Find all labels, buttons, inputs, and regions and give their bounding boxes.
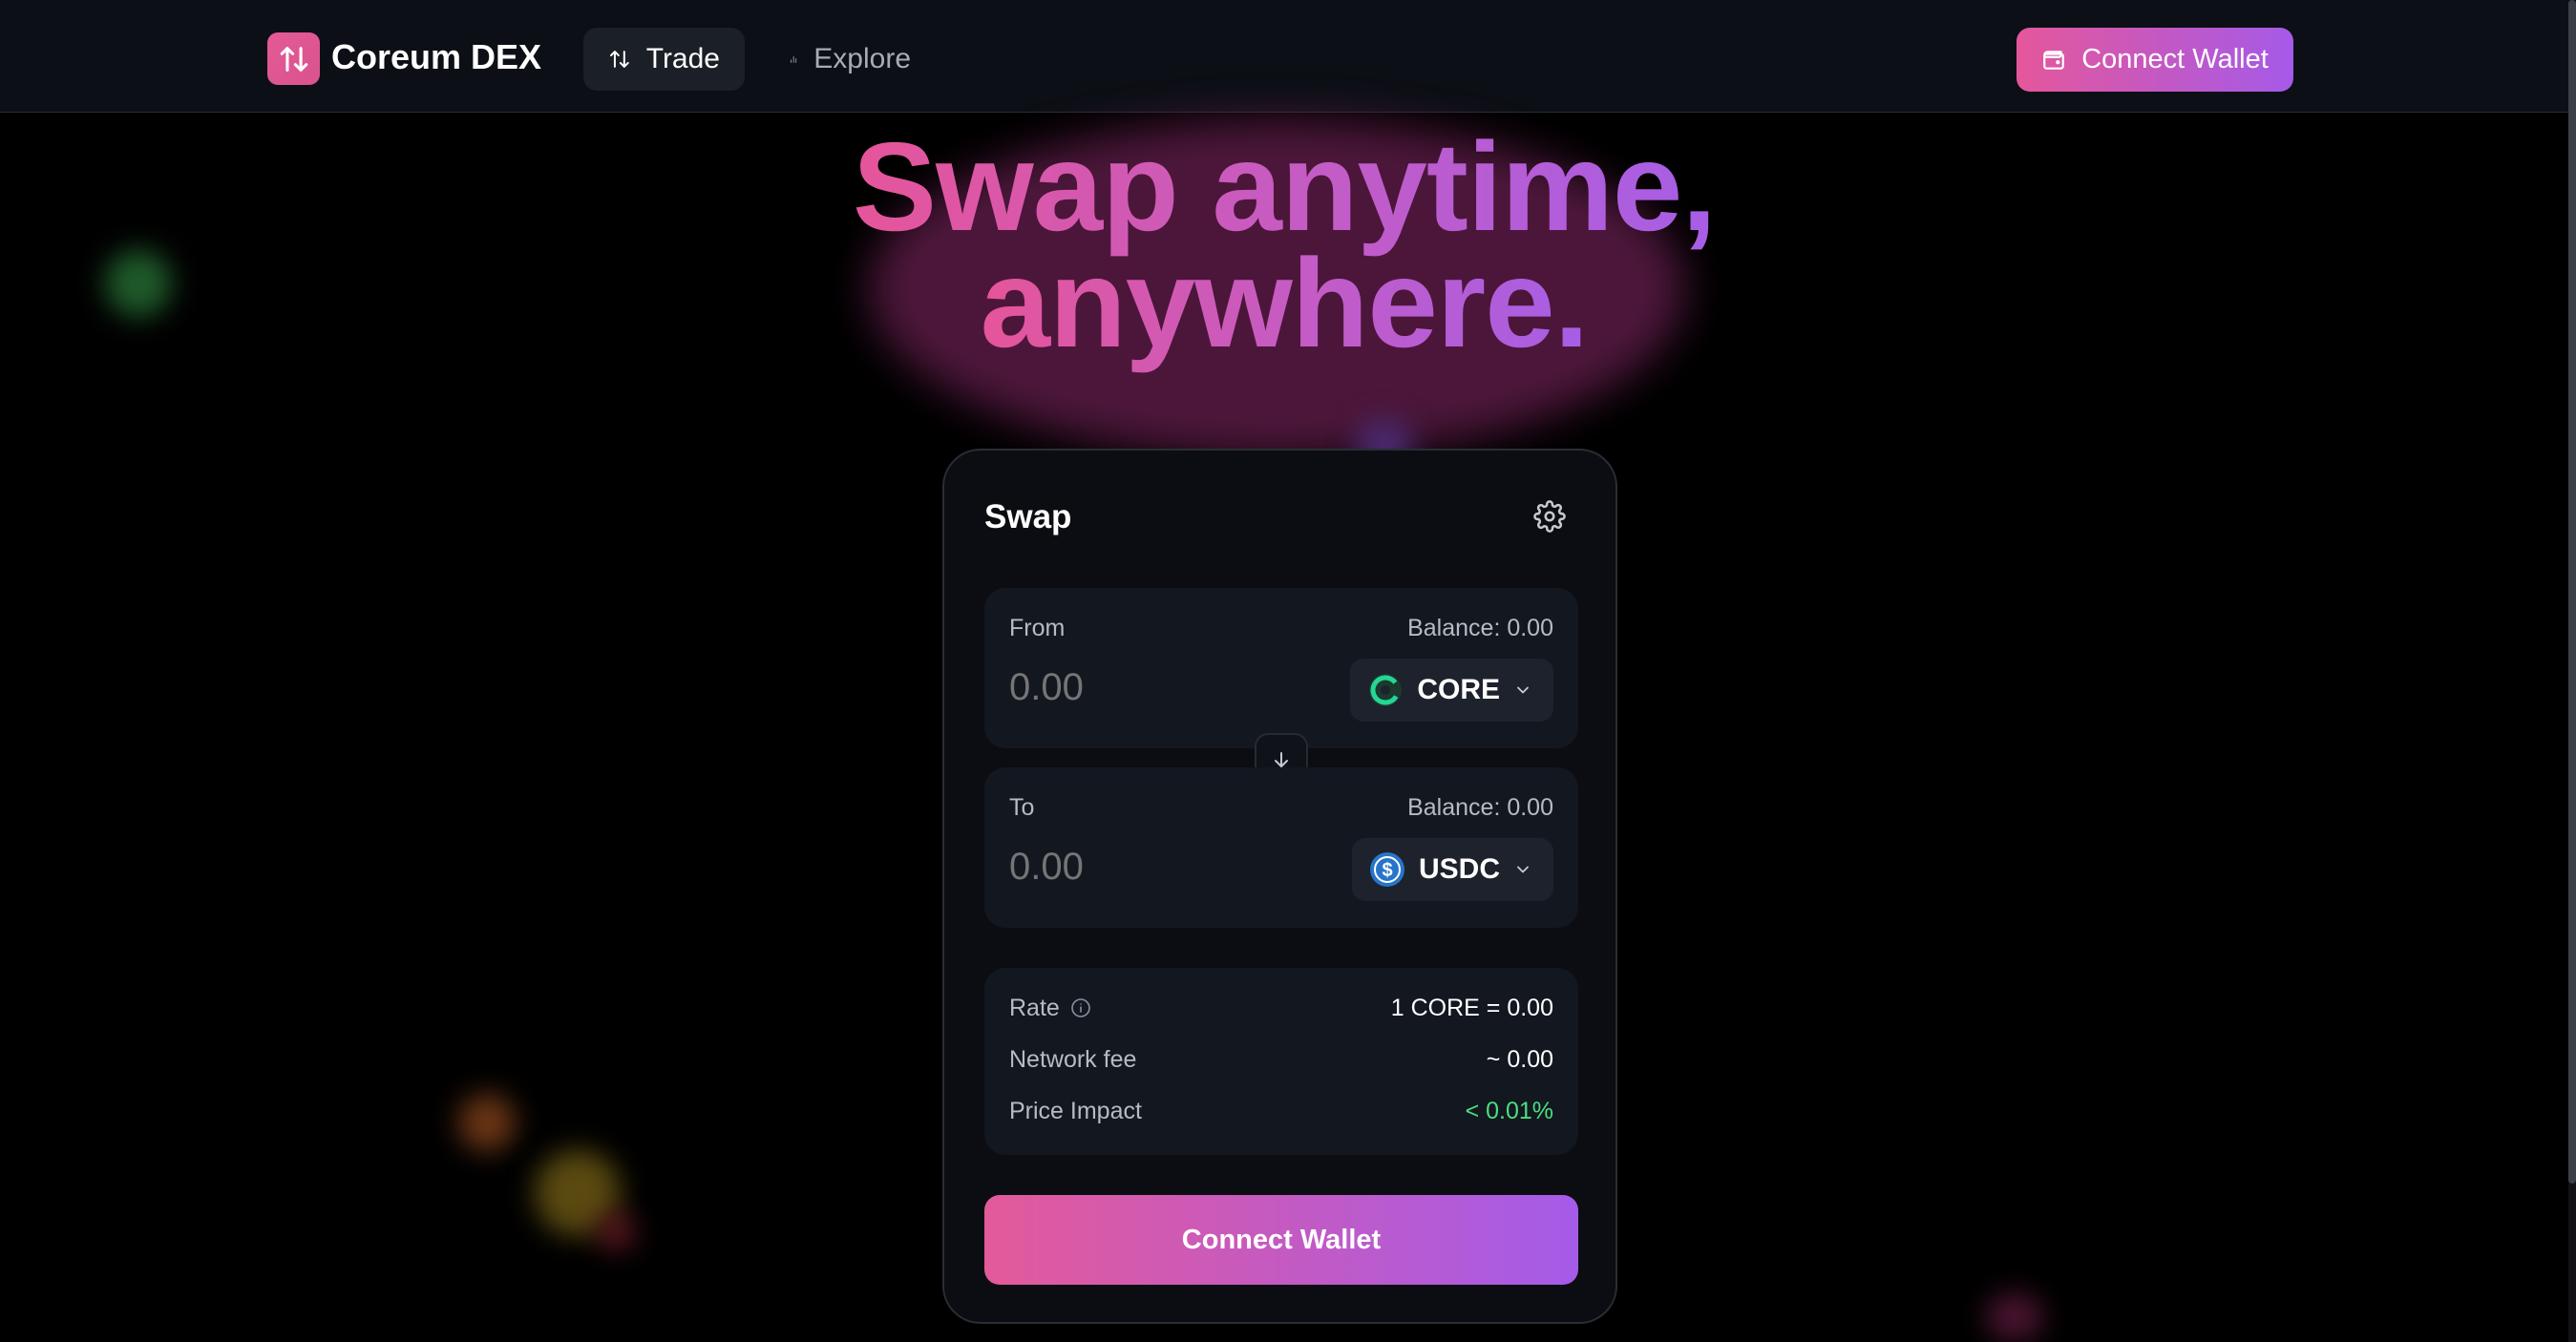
- arrows-up-down-icon: [609, 51, 629, 68]
- connect-wallet-cta-button[interactable]: Connect Wallet: [984, 1195, 1578, 1285]
- nav-tab-trade[interactable]: Trade: [583, 28, 745, 91]
- logo-icon[interactable]: [267, 32, 320, 85]
- price-impact-row: Price Impact < 0.01%: [1009, 1094, 1553, 1128]
- bar-chart-icon: [791, 56, 797, 63]
- top-navbar: Coreum DEX Trade Explore Connect Wallet: [0, 0, 2568, 113]
- hero-line-2: anywhere.: [980, 233, 1590, 373]
- from-token-symbol: CORE: [1417, 674, 1500, 705]
- connect-wallet-label: Connect Wallet: [2081, 44, 2269, 74]
- core-token-icon: [1369, 674, 1403, 706]
- swap-title: Swap: [984, 498, 1072, 535]
- hero-heading: Swap anytime, anywhere.: [0, 124, 2568, 367]
- from-label: From: [1009, 615, 1066, 641]
- svg-text:$: $: [1382, 860, 1392, 881]
- network-fee-label: Network fee: [1009, 1045, 1137, 1073]
- nav-tab-explore[interactable]: Explore: [764, 28, 936, 91]
- connect-wallet-button[interactable]: Connect Wallet: [2016, 28, 2293, 92]
- from-token-selector[interactable]: CORE: [1350, 659, 1553, 722]
- to-balance: Balance: 0.00: [1407, 794, 1553, 821]
- rate-label: Rate: [1009, 994, 1060, 1021]
- wallet-icon: [2043, 50, 2065, 70]
- price-impact-label: Price Impact: [1009, 1097, 1142, 1124]
- swap-details-panel: Rate 1 CORE = 0.00 Network fee ~ 0.00 Pr…: [984, 968, 1578, 1155]
- to-panel: To Balance: 0.00 $ USDC: [984, 767, 1578, 928]
- to-token-symbol: USDC: [1418, 853, 1500, 885]
- settings-gear-icon[interactable]: [1533, 500, 1566, 537]
- rate-row: Rate 1 CORE = 0.00: [1009, 991, 1553, 1025]
- scrollbar-thumb[interactable]: [2568, 0, 2576, 1184]
- usdc-token-icon: $: [1369, 852, 1404, 887]
- from-amount-input[interactable]: [1009, 666, 1277, 709]
- to-token-selector[interactable]: $ USDC: [1351, 838, 1553, 901]
- network-fee-row: Network fee ~ 0.00: [1009, 1042, 1553, 1077]
- decorative-blob-orange: [458, 1094, 516, 1151]
- brand-name[interactable]: Coreum DEX: [331, 34, 541, 80]
- info-icon[interactable]: [1069, 996, 1092, 1019]
- nav-tab-label: Explore: [813, 43, 911, 74]
- price-impact-value: < 0.01%: [1465, 1097, 1553, 1124]
- decorative-blob-pink: [1986, 1293, 2043, 1341]
- network-fee-value: ~ 0.00: [1486, 1045, 1553, 1073]
- from-panel: From Balance: 0.00 CORE: [984, 588, 1578, 748]
- cta-label: Connect Wallet: [1181, 1224, 1382, 1255]
- swap-card: Swap From Balance: 0.00 CORE To Balance:…: [942, 449, 1617, 1324]
- chevron-down-icon: [1517, 866, 1529, 873]
- decorative-blob-red: [597, 1212, 635, 1250]
- rate-value: 1 CORE = 0.00: [1390, 994, 1553, 1021]
- nav-tab-label: Trade: [645, 43, 720, 74]
- from-balance: Balance: 0.00: [1407, 615, 1553, 641]
- chevron-down-icon: [1517, 686, 1529, 694]
- to-amount-input[interactable]: [1009, 846, 1277, 889]
- to-label: To: [1009, 794, 1035, 821]
